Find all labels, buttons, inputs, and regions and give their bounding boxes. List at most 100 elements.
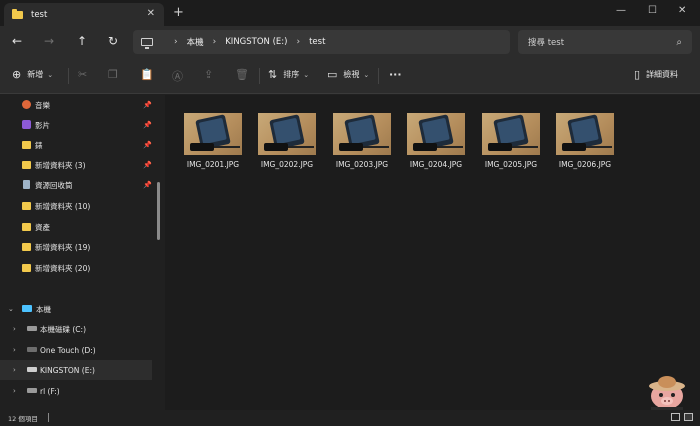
sidebar-item-recycle-bin[interactable]: 資源回收筒 📌 bbox=[0, 175, 152, 195]
refresh-button[interactable]: ↻ bbox=[108, 34, 118, 48]
new-label: 新增 bbox=[27, 70, 44, 79]
file-name[interactable]: IMG_0201.JPG bbox=[180, 160, 246, 169]
view-icon: ▭ bbox=[327, 68, 338, 81]
folder-icon bbox=[22, 223, 31, 231]
sidebar-item-drive-c[interactable]: › 本機磁碟 (C:) bbox=[0, 319, 152, 339]
sidebar-item-new-folder-10[interactable]: 新增資料夾 (10) bbox=[0, 196, 152, 216]
breadcrumb-test[interactable]: test bbox=[309, 37, 325, 47]
thumbnail[interactable] bbox=[407, 113, 465, 155]
pin-icon: 📌 bbox=[143, 101, 152, 109]
computer-icon bbox=[141, 38, 153, 49]
search-box[interactable]: 搜尋 test ⌕ bbox=[518, 30, 692, 54]
clipboard-icon: 📋 bbox=[140, 68, 154, 81]
sidebar-item-label: 新增資料夾 (19) bbox=[35, 242, 91, 252]
navigation-pane: 音樂 📌 影片 📌 錶 📌 新增資料夾 (3) 📌 資源回收筒 📌 新增資料夾 … bbox=[0, 95, 152, 410]
plus-circle-icon: ⊕ bbox=[12, 68, 22, 81]
chevron-right-icon: › bbox=[212, 37, 217, 47]
sidebar-item-new-folder-20[interactable]: 新增資料夾 (20) bbox=[0, 258, 152, 278]
tab-test[interactable]: test ✕ bbox=[4, 3, 164, 26]
sidebar-item-drive-f[interactable]: › rl (F:) bbox=[0, 381, 152, 401]
chevron-right-icon: › bbox=[13, 346, 16, 354]
close-button[interactable]: ✕ bbox=[678, 5, 686, 16]
thumbnail[interactable] bbox=[556, 113, 614, 155]
paste-button[interactable]: 📋 bbox=[140, 68, 154, 81]
divider bbox=[378, 68, 379, 84]
sidebar-scrollbar[interactable] bbox=[157, 182, 160, 240]
share-button[interactable]: ⇪ bbox=[204, 68, 213, 81]
copy-icon: ❐ bbox=[108, 68, 118, 81]
tab-title: test bbox=[31, 9, 48, 20]
music-icon bbox=[22, 100, 31, 109]
back-button[interactable]: ← bbox=[12, 34, 22, 48]
copy-button[interactable]: ❐ bbox=[108, 68, 118, 81]
sidebar-item-watch[interactable]: 錶 📌 bbox=[0, 135, 152, 155]
chevron-right-icon: › bbox=[174, 37, 178, 47]
maximize-button[interactable]: ☐ bbox=[648, 5, 657, 16]
drive-icon bbox=[27, 388, 37, 393]
rename-button[interactable]: Ⓐ bbox=[172, 68, 183, 84]
drive-icon bbox=[27, 347, 37, 352]
sidebar-item-label: 新增資料夾 (10) bbox=[35, 201, 91, 211]
navigation-bar: ← → ↑ ↻ › 本機 › KINGSTON (E:) › test 搜尋 t… bbox=[0, 26, 700, 58]
chevron-right-icon: › bbox=[13, 325, 16, 333]
sidebar-item-this-pc[interactable]: ⌄ 本機 bbox=[0, 299, 152, 319]
file-name[interactable]: IMG_0204.JPG bbox=[403, 160, 469, 169]
details-label: 詳細資料 bbox=[646, 70, 679, 79]
sidebar-item-label: 本機磁碟 (C:) bbox=[40, 324, 86, 334]
new-button[interactable]: ⊕ 新增 ⌄ bbox=[12, 68, 53, 81]
sidebar-item-new-folder-19[interactable]: 新增資料夾 (19) bbox=[0, 237, 152, 257]
address-bar[interactable]: › 本機 › KINGSTON (E:) › test bbox=[133, 30, 510, 54]
file-name[interactable]: IMG_0205.JPG bbox=[478, 160, 544, 169]
minimize-button[interactable]: — bbox=[616, 5, 626, 16]
sidebar-item-music[interactable]: 音樂 📌 bbox=[0, 95, 152, 115]
file-name[interactable]: IMG_0203.JPG bbox=[329, 160, 395, 169]
thumbnail[interactable] bbox=[184, 113, 242, 155]
details-pane-button[interactable]: ▯ 詳細資料 bbox=[634, 68, 678, 81]
chevron-down-icon: ⌄ bbox=[8, 305, 14, 313]
sort-button[interactable]: ⇅ 排序 ⌄ bbox=[268, 68, 309, 81]
title-bar: test ✕ + — ☐ ✕ bbox=[0, 0, 700, 26]
cut-button[interactable]: ✂ bbox=[78, 68, 87, 81]
divider bbox=[48, 413, 49, 422]
sidebar-item-label: 錶 bbox=[35, 140, 43, 150]
folder-icon bbox=[22, 202, 31, 210]
tiles-view-icon[interactable] bbox=[684, 413, 693, 421]
tab-close-button[interactable]: ✕ bbox=[147, 8, 155, 19]
details-view-icon[interactable] bbox=[671, 413, 680, 421]
sidebar-item-label: 新增資料夾 (20) bbox=[35, 263, 91, 273]
search-input[interactable]: 搜尋 test bbox=[528, 36, 564, 48]
delete-button[interactable]: 🗑 bbox=[235, 68, 249, 81]
view-button[interactable]: ▭ 檢視 ⌄ bbox=[327, 68, 369, 81]
breadcrumb-kingston[interactable]: KINGSTON (E:) bbox=[225, 37, 287, 47]
breadcrumb-this-pc[interactable]: 本機 bbox=[187, 36, 204, 48]
folder-icon bbox=[12, 8, 23, 19]
recycle-bin-icon bbox=[23, 180, 30, 189]
usb-drive-icon bbox=[27, 367, 37, 372]
chevron-right-icon: › bbox=[13, 366, 16, 374]
sidebar-item-label: rl (F:) bbox=[40, 386, 60, 396]
sidebar-item-video[interactable]: 影片 📌 bbox=[0, 115, 152, 135]
thumbnail[interactable] bbox=[333, 113, 391, 155]
thumbnail[interactable] bbox=[482, 113, 540, 155]
chevron-down-icon: ⌄ bbox=[363, 70, 370, 79]
file-name[interactable]: IMG_0202.JPG bbox=[254, 160, 320, 169]
pig-mascot-logo bbox=[649, 376, 685, 413]
pin-icon: 📌 bbox=[143, 161, 152, 169]
share-icon: ⇪ bbox=[204, 68, 214, 81]
sidebar-item-new-folder-3[interactable]: 新增資料夾 (3) 📌 bbox=[0, 155, 152, 175]
pin-icon: 📌 bbox=[143, 141, 152, 149]
new-tab-button[interactable]: + bbox=[173, 6, 184, 19]
sidebar-item-label: One Touch (D:) bbox=[40, 345, 96, 355]
forward-button[interactable]: → bbox=[44, 34, 54, 48]
divider bbox=[259, 68, 260, 84]
more-options-button[interactable]: ··· bbox=[389, 68, 402, 81]
sidebar-item-assets[interactable]: 資產 bbox=[0, 217, 152, 237]
sidebar-item-drive-e[interactable]: › KINGSTON (E:) bbox=[0, 360, 152, 380]
sidebar-item-label: 新增資料夾 (3) bbox=[35, 160, 86, 170]
thumbnail[interactable] bbox=[258, 113, 316, 155]
drive-icon bbox=[27, 326, 37, 331]
file-name[interactable]: IMG_0206.JPG bbox=[552, 160, 618, 169]
trash-icon: 🗑 bbox=[235, 68, 249, 81]
sidebar-item-drive-d[interactable]: › One Touch (D:) bbox=[0, 340, 152, 360]
up-button[interactable]: ↑ bbox=[77, 34, 87, 48]
